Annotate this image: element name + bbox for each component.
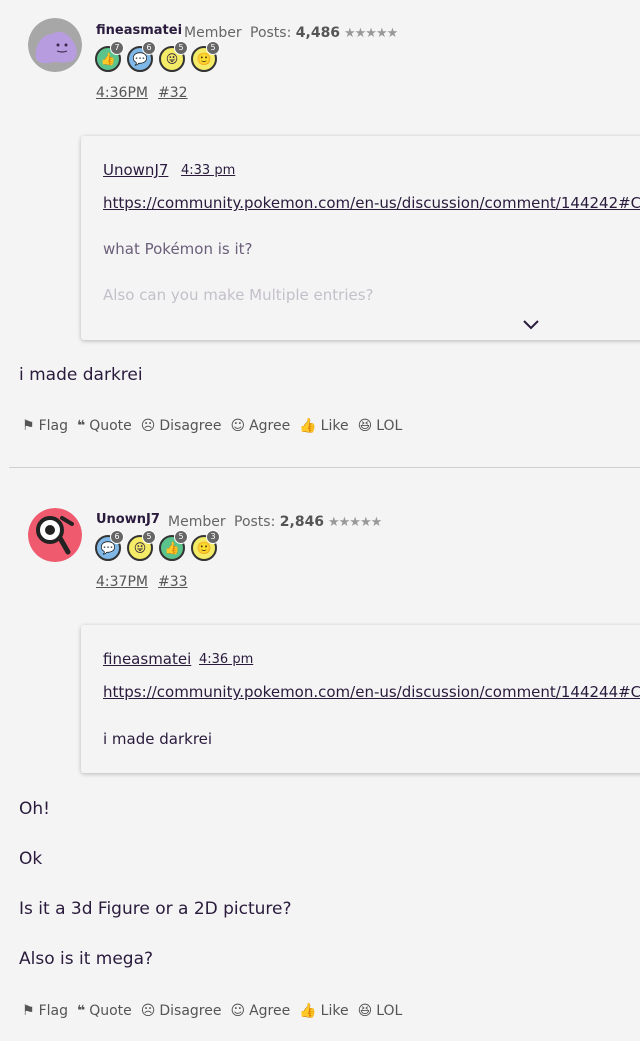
- badge-count: 5: [142, 530, 156, 544]
- author-role: Member: [168, 514, 226, 530]
- agree-button[interactable]: ☺ Agree: [230, 418, 290, 434]
- post-count-label: Posts:: [250, 25, 292, 41]
- speech-bubble-icon[interactable]: 💬 6: [127, 41, 156, 72]
- post-body-line: Is it a 3d Figure or a 2D picture?: [19, 899, 292, 919]
- flag-button[interactable]: ⚑ Flag: [22, 1003, 68, 1019]
- avatar[interactable]: [28, 508, 82, 562]
- quote-icon: ❝: [76, 1003, 86, 1019]
- quote-block: UnownJ7 4:33 pm https://community.pokemo…: [81, 136, 640, 340]
- post-timestamp[interactable]: 4:36PM: [96, 85, 148, 101]
- post-body-line: Ok: [19, 849, 43, 869]
- smile-icon: ☺: [230, 1003, 246, 1019]
- comment-post: UnownJ7 Member Posts: 2,846 ★★★★★ 💬 6 😜 5 …: [0, 468, 640, 1041]
- post-timestamp[interactable]: 4:37PM: [96, 574, 148, 590]
- post-body-line: Also is it mega?: [19, 949, 154, 969]
- quote-author[interactable]: UnownJ7: [103, 161, 168, 179]
- post-count-value: 2,846: [279, 514, 325, 530]
- badge-count: 6: [110, 530, 124, 544]
- quote-text-faded: Also can you make Multiple entries?: [103, 286, 374, 304]
- post-body: i made darkrei: [19, 365, 143, 385]
- quote-link[interactable]: https://community.pokemon.com/en-us/disc…: [103, 683, 640, 701]
- author-role: Member: [184, 25, 242, 41]
- badge-list: 💬 6 😜 5 👍 5 🙂 3: [95, 530, 220, 561]
- laugh-icon: 😆: [357, 1003, 373, 1019]
- lol-label: LOL: [376, 1003, 403, 1019]
- flag-icon: ⚑: [22, 1003, 35, 1019]
- post-count: Posts: 4,486: [250, 25, 340, 41]
- post-body-line: Oh!: [19, 799, 50, 819]
- like-button[interactable]: 👍 Like: [299, 418, 348, 434]
- avatar[interactable]: [28, 18, 82, 72]
- quote-timestamp[interactable]: 4:33 pm: [181, 163, 235, 178]
- post-count-label: Posts:: [234, 514, 276, 530]
- agree-label: Agree: [249, 1003, 291, 1019]
- post-actions: ⚑ Flag ❝ Quote ☹ Disagree ☺ Agree 👍 Like 😆 LOL: [22, 418, 411, 434]
- laugh-icon: 😆: [357, 418, 373, 434]
- post-count: Posts: 2,846: [234, 514, 324, 530]
- post-permalink[interactable]: #32: [158, 85, 188, 101]
- frown-icon: ☹: [140, 418, 156, 434]
- disagree-button[interactable]: ☹ Disagree: [141, 418, 222, 434]
- post-permalink[interactable]: #33: [158, 574, 188, 590]
- like-label: Like: [320, 418, 349, 434]
- quote-label: Quote: [89, 1003, 132, 1019]
- flag-icon: ⚑: [22, 418, 35, 434]
- smile-icon: ☺: [230, 418, 246, 434]
- thumbs-up-icon: 👍: [299, 418, 317, 434]
- chevron-down-icon[interactable]: [522, 319, 540, 331]
- smile-face-icon[interactable]: 🙂 3: [191, 530, 220, 561]
- flag-label: Flag: [38, 418, 68, 434]
- comment-post: fineasmatei Member Posts: 4,486 ★★★★★ 👍 7…: [0, 0, 640, 467]
- like-label: Like: [320, 1003, 349, 1019]
- agree-label: Agree: [249, 418, 291, 434]
- quote-label: Quote: [89, 418, 132, 434]
- author-name[interactable]: fineasmatei: [96, 23, 182, 38]
- badge-count: 5: [174, 530, 188, 544]
- badge-count: 3: [206, 530, 220, 544]
- like-button[interactable]: 👍 Like: [299, 1003, 348, 1019]
- badge-count: 7: [110, 41, 124, 55]
- disagree-label: Disagree: [159, 1003, 222, 1019]
- rank-stars: ★★★★★: [328, 515, 382, 530]
- wink-face-icon[interactable]: 😜 5: [127, 530, 156, 561]
- quote-link[interactable]: https://community.pokemon.com/en-us/disc…: [103, 194, 640, 212]
- thumbs-up-icon[interactable]: 👍 7: [95, 41, 124, 72]
- lol-button[interactable]: 😆 LOL: [358, 418, 403, 434]
- quote-button[interactable]: ❝ Quote: [77, 1003, 132, 1019]
- agree-button[interactable]: ☺ Agree: [230, 1003, 290, 1019]
- quote-block: fineasmatei 4:36 pm https://community.po…: [81, 625, 640, 773]
- quote-text: what Pokémon is it?: [103, 240, 253, 258]
- post-count-value: 4,486: [295, 25, 341, 41]
- quote-author[interactable]: fineasmatei: [103, 650, 191, 668]
- quote-text: i made darkrei: [103, 730, 213, 748]
- smile-face-icon[interactable]: 🙂 5: [191, 41, 220, 72]
- rank-stars: ★★★★★: [344, 26, 398, 41]
- quote-button[interactable]: ❝ Quote: [77, 418, 132, 434]
- lol-button[interactable]: 😆 LOL: [358, 1003, 403, 1019]
- frown-icon: ☹: [140, 1003, 156, 1019]
- disagree-label: Disagree: [159, 418, 222, 434]
- thumbs-up-icon[interactable]: 👍 5: [159, 530, 188, 561]
- badge-count: 5: [206, 41, 220, 55]
- quote-icon: ❝: [76, 418, 86, 434]
- wink-face-icon[interactable]: 😜 5: [159, 41, 188, 72]
- post-actions: ⚑ Flag ❝ Quote ☹ Disagree ☺ Agree 👍 Like 😆 LOL: [22, 1003, 411, 1019]
- badge-count: 5: [174, 41, 188, 55]
- flag-button[interactable]: ⚑ Flag: [22, 418, 68, 434]
- disagree-button[interactable]: ☹ Disagree: [141, 1003, 222, 1019]
- badge-list: 👍 7 💬 6 😜 5 🙂 5: [95, 41, 220, 72]
- speech-bubble-icon[interactable]: 💬 6: [95, 530, 124, 561]
- lol-label: LOL: [376, 418, 403, 434]
- author-name[interactable]: UnownJ7: [96, 512, 160, 527]
- badge-count: 6: [142, 41, 156, 55]
- thumbs-up-icon: 👍: [299, 1003, 317, 1019]
- quote-timestamp[interactable]: 4:36 pm: [199, 652, 253, 667]
- flag-label: Flag: [38, 1003, 68, 1019]
